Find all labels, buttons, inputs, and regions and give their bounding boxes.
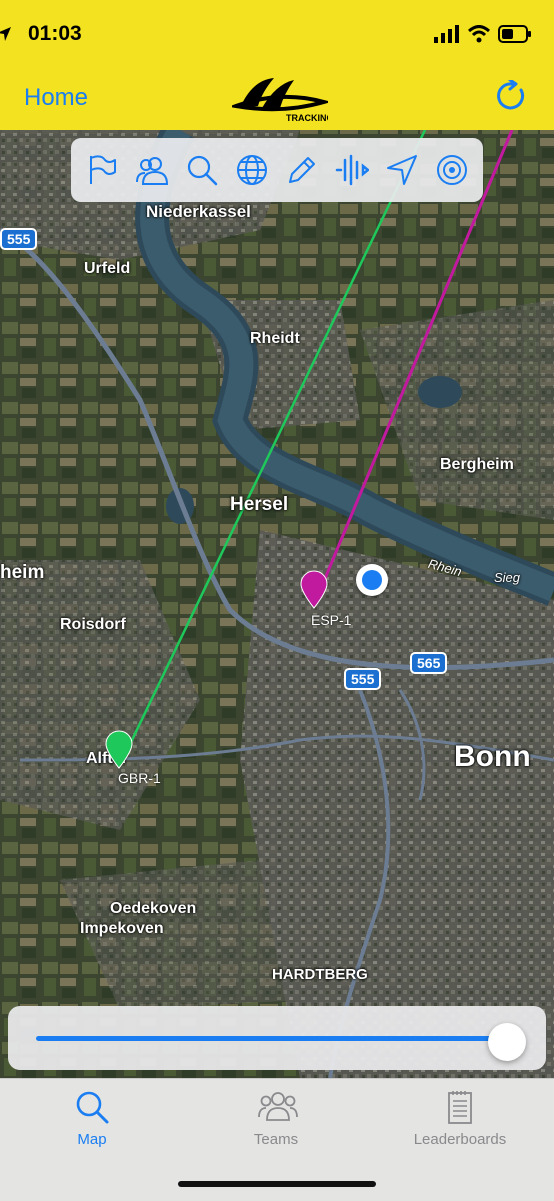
tab-map-label: Map [77, 1131, 107, 1148]
tab-leaderboards-label: Leaderboards [413, 1131, 507, 1148]
search-button[interactable] [184, 152, 220, 188]
location-arrow-icon [387, 155, 417, 185]
place-niederkassel: Niederkassel [146, 202, 251, 221]
logo-tracking-text: TRACKING [286, 113, 328, 123]
pencil-icon [289, 157, 315, 183]
time-slider-panel [8, 1006, 546, 1070]
refresh-button[interactable] [496, 78, 528, 112]
place-impekoven: Impekoven [80, 920, 164, 937]
tab-map[interactable]: Map [0, 1079, 184, 1159]
teams-icon [136, 157, 168, 185]
notepad-icon [448, 1091, 472, 1124]
place-rheidt: Rheidt [250, 330, 300, 347]
esp-1-marker[interactable] [299, 570, 329, 610]
place-urfeld: Urfeld [84, 260, 131, 277]
road-shield-555: 555 [344, 668, 382, 690]
place-hersel: Hersel [230, 494, 289, 515]
location-status-icon [0, 27, 11, 41]
esp-1-label: ESP-1 [311, 612, 352, 628]
battery-icon [498, 25, 531, 43]
refresh-icon [497, 78, 525, 110]
gbr-1-marker[interactable] [104, 730, 134, 770]
search-icon [187, 155, 218, 186]
place-bonn: Bonn [454, 740, 531, 773]
time-slider-knob[interactable] [488, 1023, 526, 1061]
satellite-map[interactable]: Niederkassel Urfeld Rheidt Bergheim Hers… [0, 130, 554, 1078]
home-indicator [178, 1181, 376, 1187]
home-back-button[interactable]: Home [24, 84, 88, 112]
tab-teams-label: Teams [253, 1131, 299, 1148]
road-shield-555-west: 555 [0, 228, 38, 250]
yb-tracking-logo: TRACKING [228, 70, 334, 126]
tab-leaderboards[interactable]: Leaderboards [368, 1079, 552, 1159]
target-icon [437, 155, 467, 185]
place-hardtberg: HARDTBERG [272, 966, 368, 983]
gbr-1-label: GBR-1 [118, 770, 161, 786]
waveform-icon [335, 154, 369, 186]
globe-icon [237, 155, 267, 185]
teams-button[interactable] [134, 152, 170, 188]
river-label-sieg: Sieg [494, 570, 521, 585]
wifi-icon [468, 25, 490, 43]
navigate-button[interactable] [384, 152, 420, 188]
target-button[interactable] [434, 152, 470, 188]
road-shield-565: 565 [410, 652, 448, 674]
tab-teams[interactable]: Teams [184, 1079, 368, 1159]
flag-icon [90, 155, 116, 184]
globe-button[interactable] [234, 152, 270, 188]
place-roisdorf: Roisdorf [60, 616, 126, 633]
place-oedekoven: Oedekoven [110, 900, 197, 917]
signal-icon [434, 25, 459, 43]
user-location-dot [356, 564, 388, 596]
app-header: 01:03 Home TRACKING [0, 0, 554, 130]
place-bergheim: Bergheim [440, 456, 514, 473]
flag-button[interactable] [84, 152, 120, 188]
map-toolbar [71, 138, 483, 202]
waveform-button[interactable] [334, 152, 370, 188]
place-heim: heim [0, 562, 45, 583]
edit-button[interactable] [284, 152, 320, 188]
status-time: 01:03 [28, 22, 82, 45]
status-icons [0, 22, 532, 46]
search-icon [76, 1091, 109, 1124]
time-slider-track[interactable] [36, 1036, 506, 1041]
teams-icon [258, 1092, 298, 1121]
